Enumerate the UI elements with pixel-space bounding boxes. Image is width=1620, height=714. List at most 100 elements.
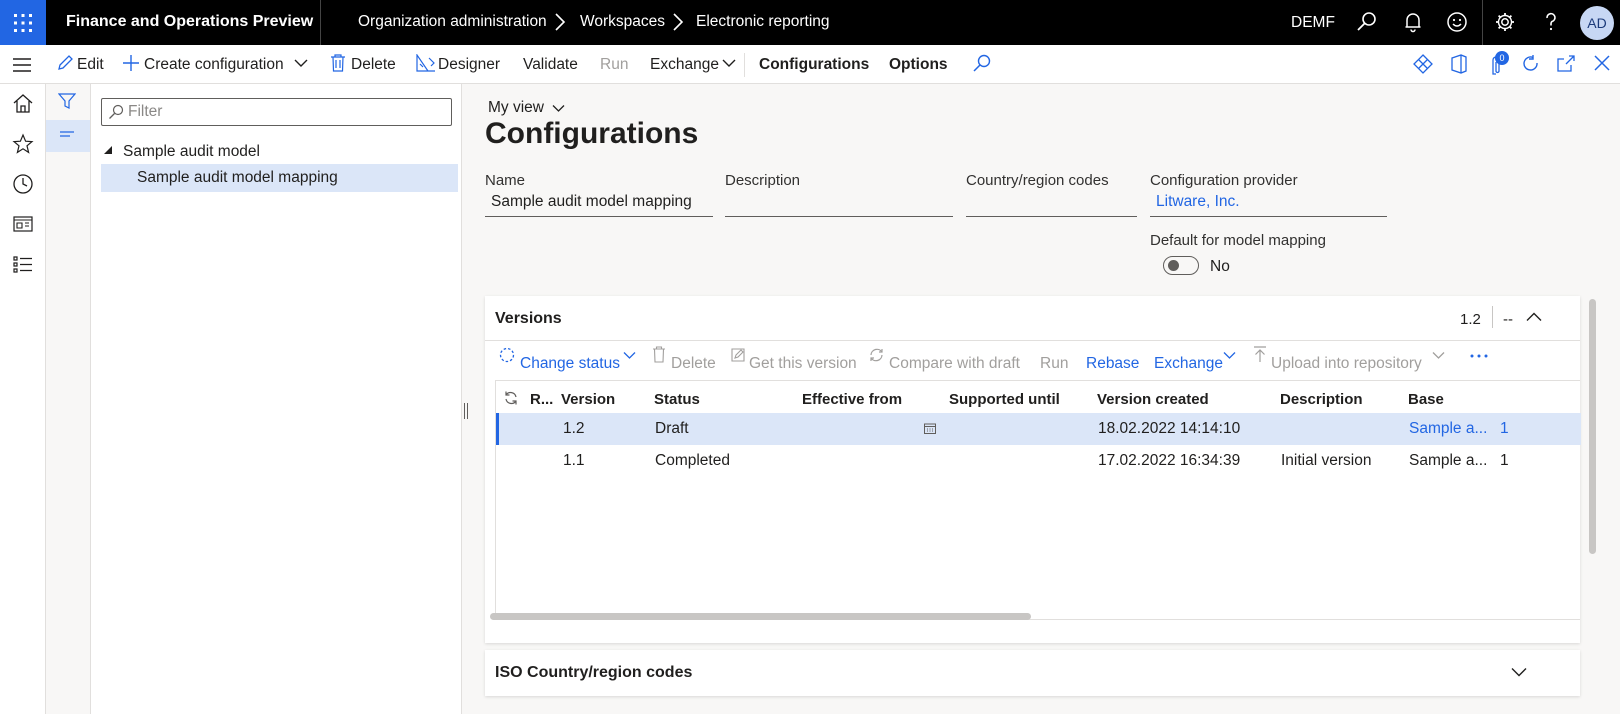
- versions-header[interactable]: Versions: [495, 310, 562, 328]
- breadcrumb-electronic-reporting[interactable]: Electronic reporting: [696, 13, 830, 31]
- table-row[interactable]: 1.2 Draft 18.02.2022 14:14:10 Sample a..…: [496, 413, 1581, 445]
- versions-run-button[interactable]: Run: [1040, 355, 1068, 373]
- versions-summary-extra: --: [1503, 311, 1513, 328]
- chevron-down-icon[interactable]: [1432, 351, 1445, 360]
- configuration-provider-link[interactable]: Litware, Inc.: [1150, 187, 1387, 217]
- list-icon: [60, 131, 74, 137]
- default-for-model-mapping-toggle[interactable]: [1163, 256, 1199, 275]
- description-field[interactable]: [725, 187, 953, 217]
- column-header-base[interactable]: Base: [1408, 391, 1444, 408]
- cell-base-link[interactable]: Sample a...: [1409, 420, 1487, 438]
- column-header-r[interactable]: R...: [530, 391, 553, 408]
- action-pane: Edit Create configuration Delete Designe…: [0, 45, 1620, 84]
- more-options-icon[interactable]: [1469, 353, 1489, 359]
- smiley-icon[interactable]: [1446, 11, 1468, 33]
- search-icon[interactable]: [972, 54, 992, 74]
- delete-button[interactable]: Delete: [351, 56, 396, 74]
- edit-button[interactable]: Edit: [77, 56, 104, 74]
- toggle-value: No: [1210, 258, 1230, 275]
- search-icon[interactable]: [1356, 11, 1378, 33]
- divider: [485, 340, 1580, 341]
- column-header-supported-until[interactable]: Supported until: [949, 391, 1060, 408]
- table-row[interactable]: 1.1 Completed 17.02.2022 16:34:39 Initia…: [496, 445, 1581, 477]
- refresh-icon[interactable]: [503, 390, 519, 406]
- configurations-tree-pane: Sample audit model Sample audit model ma…: [91, 84, 462, 714]
- change-status-button[interactable]: Change status: [520, 355, 620, 373]
- versions-delete-button[interactable]: Delete: [671, 355, 716, 373]
- power-apps-icon[interactable]: [1413, 54, 1433, 74]
- versions-exchange-menu[interactable]: Exchange: [1154, 355, 1223, 373]
- list-view-toggle[interactable]: [46, 120, 90, 152]
- page-title: Configurations: [485, 117, 699, 150]
- exchange-menu[interactable]: Exchange: [650, 56, 719, 74]
- cell-base: Sample a...: [1409, 452, 1488, 469]
- chevron-up-icon[interactable]: [1526, 312, 1542, 322]
- upload-icon: [1254, 346, 1266, 362]
- chevron-down-icon[interactable]: [1511, 667, 1527, 677]
- filter-input[interactable]: [128, 102, 448, 122]
- breadcrumb-organization-administration[interactable]: Organization administration: [358, 13, 547, 31]
- get-version-icon: [731, 348, 745, 362]
- workspaces-icon[interactable]: [12, 214, 34, 234]
- chevron-down-icon: [552, 105, 565, 112]
- avatar[interactable]: AD: [1580, 6, 1614, 40]
- compare-with-draft-button[interactable]: Compare with draft: [889, 355, 1020, 373]
- column-header-version[interactable]: Version: [561, 391, 615, 408]
- versions-grid: R... Version Status Effective from Suppo…: [495, 380, 1581, 620]
- clock-icon[interactable]: [12, 173, 34, 195]
- tree-node-sample-audit-model-mapping[interactable]: Sample audit model mapping: [101, 164, 458, 192]
- hamburger-icon[interactable]: [11, 55, 33, 75]
- cell-version: 1.1: [563, 452, 585, 469]
- pane-splitter[interactable]: [463, 403, 469, 419]
- chevron-down-icon[interactable]: [1223, 351, 1236, 360]
- calendar-icon[interactable]: [924, 423, 936, 434]
- cell-version-created: 17.02.2022 16:34:39: [1098, 452, 1241, 469]
- toggle-knob: [1168, 260, 1179, 271]
- filter-icon[interactable]: [58, 92, 76, 110]
- designer-button[interactable]: Designer: [438, 56, 500, 74]
- refresh-icon[interactable]: [1521, 54, 1541, 74]
- attachments-count-badge: 0: [1495, 51, 1509, 65]
- open-in-new-window-icon[interactable]: [1556, 54, 1576, 74]
- close-icon[interactable]: [1593, 54, 1611, 72]
- filter-field[interactable]: [101, 98, 452, 126]
- cell-base-version[interactable]: 1: [1500, 420, 1509, 438]
- star-icon[interactable]: [12, 133, 34, 155]
- cell-version-created: 18.02.2022 14:14:10: [1098, 420, 1241, 437]
- gear-icon[interactable]: [1494, 11, 1516, 33]
- country-region-codes-field[interactable]: [966, 187, 1137, 217]
- app-launcher-button[interactable]: [0, 0, 46, 45]
- app-title[interactable]: Finance and Operations Preview: [66, 13, 313, 31]
- upload-into-repository-button[interactable]: Upload into repository: [1271, 355, 1422, 373]
- office-icon[interactable]: [1449, 54, 1469, 74]
- vertical-scrollbar[interactable]: [1589, 299, 1596, 554]
- company-picker[interactable]: DEMF: [1291, 14, 1335, 32]
- versions-summary-version: 1.2: [1460, 311, 1481, 328]
- run-button[interactable]: Run: [600, 56, 628, 74]
- help-icon[interactable]: [1540, 11, 1562, 33]
- divider: [1482, 0, 1483, 45]
- tab-configurations[interactable]: Configurations: [759, 56, 869, 74]
- breadcrumb-workspaces[interactable]: Workspaces: [580, 13, 665, 31]
- create-configuration-button[interactable]: Create configuration: [144, 56, 284, 74]
- view-selector[interactable]: My view: [488, 99, 565, 117]
- name-field[interactable]: Sample audit model mapping: [485, 187, 713, 217]
- iso-country-region-codes-header[interactable]: ISO Country/region codes: [495, 664, 692, 682]
- validate-button[interactable]: Validate: [523, 56, 578, 74]
- rebase-button[interactable]: Rebase: [1086, 355, 1139, 373]
- chevron-down-icon[interactable]: [722, 58, 736, 68]
- get-this-version-button[interactable]: Get this version: [749, 355, 857, 373]
- modules-list-icon[interactable]: [12, 254, 34, 274]
- horizontal-scrollbar[interactable]: [490, 613, 1031, 620]
- column-header-status[interactable]: Status: [654, 391, 700, 408]
- filter-pane-toggle-column: [46, 84, 91, 714]
- tab-options[interactable]: Options: [889, 56, 948, 74]
- chevron-down-icon[interactable]: [294, 58, 308, 68]
- column-header-effective-from[interactable]: Effective from: [802, 391, 902, 408]
- chevron-down-icon[interactable]: [623, 351, 636, 360]
- bell-icon[interactable]: [1402, 11, 1424, 33]
- column-header-version-created[interactable]: Version created: [1097, 391, 1209, 408]
- collapse-triangle-icon[interactable]: [103, 145, 113, 155]
- column-header-description[interactable]: Description: [1280, 391, 1363, 408]
- home-icon[interactable]: [12, 93, 34, 115]
